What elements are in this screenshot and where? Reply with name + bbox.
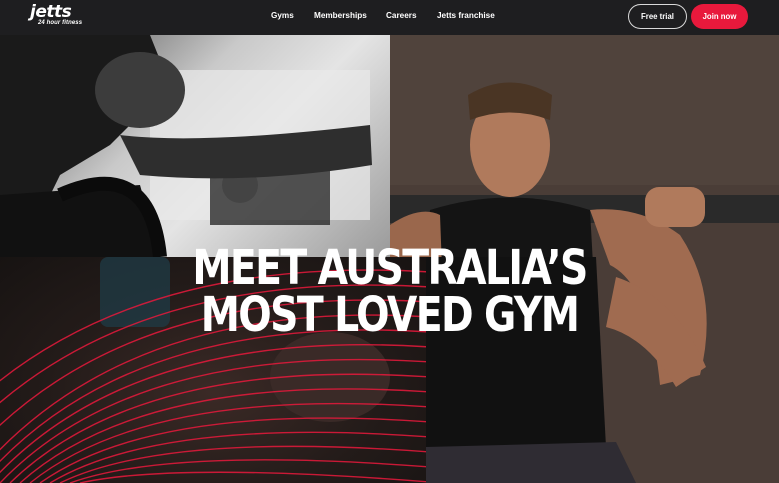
- headline-line-2: MOST LOVED GYM: [200, 287, 580, 344]
- logo-wordmark: jetts: [30, 2, 72, 22]
- nav-link-memberships[interactable]: Memberships: [314, 11, 367, 20]
- join-now-button[interactable]: Join now: [691, 4, 748, 29]
- nav-link-careers[interactable]: Careers: [386, 11, 417, 20]
- free-trial-button[interactable]: Free trial: [628, 4, 687, 29]
- jetts-logo[interactable]: jetts 24 hour fitness: [30, 2, 83, 27]
- nav-link-gyms[interactable]: Gyms: [271, 11, 294, 20]
- woman-photo-graphic: [0, 35, 372, 257]
- logo-tagline: 24 hour fitness: [38, 20, 83, 26]
- hero-banner: MEET AUSTRALIA’S MOST LOVED GYM: [0, 35, 779, 483]
- nav-link-jetts-franchise[interactable]: Jetts franchise: [437, 11, 495, 20]
- hero-headline: MEET AUSTRALIA’S MOST LOVED GYM: [70, 240, 709, 344]
- headline-line-1: MEET AUSTRALIA’S: [192, 240, 588, 297]
- top-navbar: jetts 24 hour fitness Gyms Memberships C…: [0, 0, 779, 35]
- hero-photo-woman: [0, 35, 390, 257]
